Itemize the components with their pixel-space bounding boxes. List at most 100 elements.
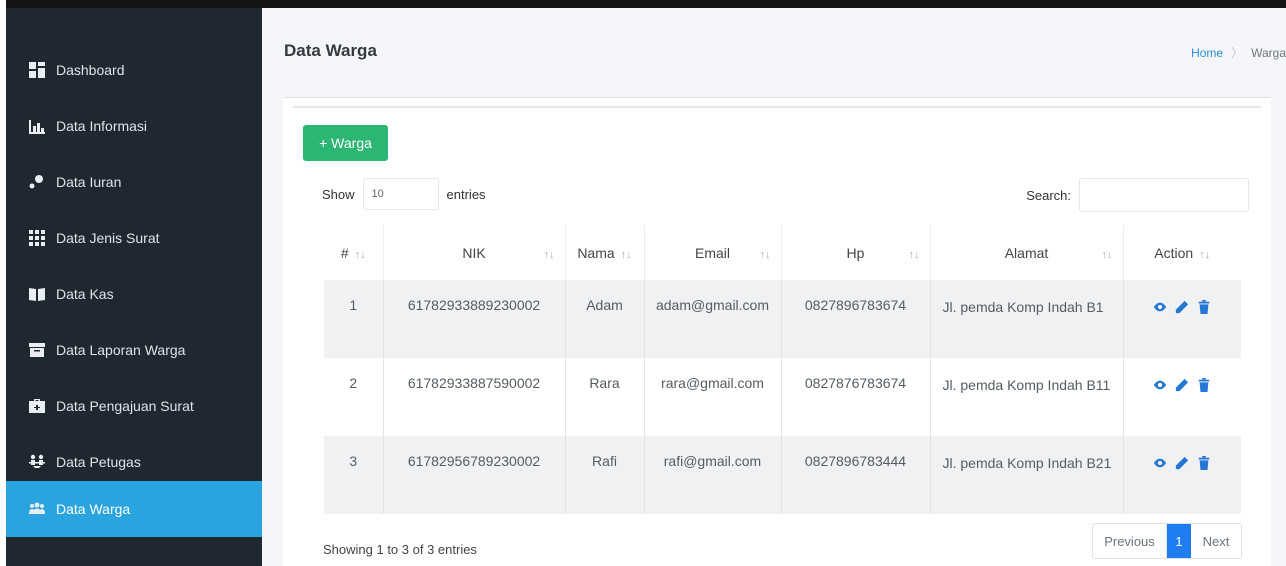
breadcrumb-separator-icon: 〉 [1231,46,1244,60]
cell-alamat: Jl. pemda Komp Indah B11 [929,358,1123,436]
data-card: + Warga Show 10 entries Search: # ↑↓ NIK ↑… [283,97,1271,566]
sidebar-item-label: Data Kas [56,286,114,302]
cell-action [1122,436,1241,514]
view-icon[interactable] [1153,300,1167,314]
sort-icon: ↑↓ [354,248,366,261]
cell-nik: 61782956789230002 [382,436,565,514]
column-header-alamat[interactable]: Alamat ↑↓ [929,225,1123,280]
column-header-nik[interactable]: NIK ↑↓ [382,225,565,280]
top-navbar [6,0,1286,8]
pagination-previous-button[interactable]: Previous [1093,524,1167,558]
sort-icon: ↑↓ [759,249,771,261]
sort-icon: ↑↓ [543,249,555,261]
cell-nama: Rara [564,358,644,436]
cell-hp: 0827896783444 [780,436,930,514]
sidebar-item-label: Data Warga [56,501,131,517]
breadcrumb-current: Warga [1251,45,1286,60]
column-header-hp[interactable]: Hp ↑↓ [780,225,930,280]
page-title: Data Warga [284,41,377,60]
cell-nama: Adam [564,280,644,358]
table-header-row: # ↑↓ NIK ↑↓ Nama ↑↓ Email ↑↓ Hp ↑↓ Alamat ↑↓ A… [324,225,1241,280]
delete-icon[interactable] [1197,378,1211,392]
edit-icon[interactable] [1175,300,1189,314]
sidebar-item-label: Data Iuran [56,174,122,190]
column-header-email[interactable]: Email ↑↓ [643,225,781,280]
sidebar-item-label: Data Pengajuan Surat [56,398,194,414]
table-row: 2 61782933887590002 Rara rara@gmail.com … [324,358,1241,436]
pagination: Previous 1 Next [1092,523,1242,559]
sidebar-item-label: Data Laporan Warga [56,342,186,358]
donation-icon [26,174,48,190]
entries-label: entries [446,186,486,202]
pagination-next-button[interactable]: Next [1191,524,1241,558]
cell-no: 1 [324,280,383,358]
sidebar-item-data-laporan-warga[interactable]: Data Laporan Warga [6,322,262,378]
sidebar-item-label: Dashboard [56,62,125,78]
sidebar-item-data-informasi[interactable]: Data Informasi [6,98,262,154]
sidebar-item-label: Data Informasi [56,118,148,134]
cell-no: 2 [324,358,383,436]
briefcase-icon [26,398,48,414]
cell-alamat: Jl. pemda Komp Indah B21 [929,436,1123,514]
show-label: Show [322,186,355,202]
breadcrumb-home-link[interactable]: Home [1191,46,1223,60]
table-row: 1 61782933889230002 Adam adam@gmail.com … [324,280,1241,358]
cell-action [1122,358,1241,436]
delete-icon[interactable] [1197,300,1211,314]
table-info: Showing 1 to 3 of 3 entries [323,542,477,557]
cell-email: rara@gmail.com [643,358,781,436]
dashboard-icon [26,62,48,78]
view-icon[interactable] [1153,456,1167,470]
edit-icon[interactable] [1175,378,1189,392]
bar-chart-icon [26,118,48,134]
sidebar-item-data-pengajuan-surat[interactable]: Data Pengajuan Surat [6,378,262,434]
search-control: Search: [1026,178,1249,212]
entries-length-select[interactable]: 10 [362,178,439,210]
people-arrows-icon [26,454,48,470]
view-icon[interactable] [1153,378,1167,392]
breadcrumb: Home 〉 Warga [1191,44,1286,61]
card-divider [293,106,1261,108]
cell-alamat: Jl. pemda Komp Indah B1 [929,280,1123,358]
cell-action [1122,280,1241,358]
cell-nik: 61782933887590002 [382,358,565,436]
column-header-nama[interactable]: Nama ↑↓ [564,225,644,280]
column-header-action[interactable]: Action ↑↓ [1122,225,1241,280]
sort-icon: ↑↓ [1101,249,1113,261]
show-entries-control: Show 10 entries [322,178,486,210]
sidebar-item-data-jenis-surat[interactable]: Data Jenis Surat [6,210,262,266]
sort-icon: ↑↓ [908,249,920,261]
alamat-text: Jl. pemda Komp Indah B1 [942,299,1104,315]
table-row: 3 61782956789230002 Rafi rafi@gmail.com … [324,436,1241,514]
sidebar-item-data-warga[interactable]: Data Warga [6,481,262,537]
sidebar-item-dashboard[interactable]: Dashboard [6,42,262,98]
alamat-text: Jl. pemda Komp Indah B11 [942,377,1111,393]
column-header-no[interactable]: # ↑↓ [324,225,383,280]
cell-hp: 0827896783674 [780,280,930,358]
add-warga-button[interactable]: + Warga [303,125,388,161]
book-icon [26,286,48,302]
cell-no: 3 [324,436,383,514]
cell-email: adam@gmail.com [643,280,781,358]
search-input[interactable] [1079,178,1249,212]
sidebar-item-label: Data Jenis Surat [56,230,160,246]
warga-table: # ↑↓ NIK ↑↓ Nama ↑↓ Email ↑↓ Hp ↑↓ Alamat ↑↓ A… [324,225,1241,514]
archive-icon [26,342,48,358]
pagination-page-1[interactable]: 1 [1167,524,1191,558]
alamat-text: Jl. pemda Komp Indah B21 [942,455,1112,471]
edit-icon[interactable] [1175,456,1189,470]
sidebar-item-label: Data Petugas [56,454,141,470]
cell-nik: 61782933889230002 [382,280,565,358]
sort-icon: ↑↓ [1199,248,1211,261]
cell-email: rafi@gmail.com [643,436,781,514]
sidebar-item-data-kas[interactable]: Data Kas [6,266,262,322]
users-icon [26,501,48,517]
grid-icon [26,230,48,246]
cell-nama: Rafi [564,436,644,514]
main-content: Data Warga Home 〉 Warga + Warga Show 10 … [262,8,1286,566]
sidebar: Dashboard Data Informasi Data Iuran Data… [6,8,262,566]
cell-hp: 0827876783674 [780,358,930,436]
sort-icon: ↑↓ [620,248,632,261]
delete-icon[interactable] [1197,456,1211,470]
sidebar-item-data-iuran[interactable]: Data Iuran [6,154,262,210]
